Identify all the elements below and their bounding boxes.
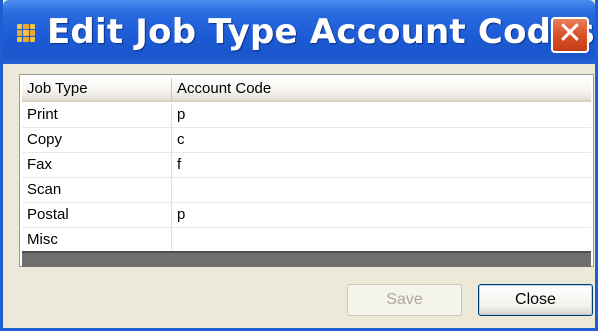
account-code-cell[interactable]: c (172, 128, 591, 152)
account-code-cell[interactable]: p (172, 203, 591, 227)
close-button[interactable]: Close (478, 284, 593, 316)
grid-rows: Print p Copy c Fax f Scan Postal p Misc (22, 103, 591, 253)
job-type-cell: Print (22, 103, 172, 127)
window-title: Edit Job Type Account Codes (47, 12, 595, 52)
grid-app-icon (17, 24, 35, 42)
table-row[interactable]: Scan (22, 178, 591, 203)
table-row[interactable]: Postal p (22, 203, 591, 228)
grid-footer (22, 251, 591, 267)
close-icon[interactable]: ✕ (551, 17, 589, 53)
table-row[interactable]: Misc (22, 228, 591, 253)
account-codes-grid: Job Type Account Code Print p Copy c Fax… (19, 74, 594, 267)
job-type-cell: Misc (22, 228, 172, 252)
account-code-cell[interactable]: p (172, 103, 591, 127)
table-row[interactable]: Copy c (22, 128, 591, 153)
save-button[interactable]: Save (347, 284, 462, 316)
account-code-cell[interactable] (172, 178, 591, 202)
table-row[interactable]: Print p (22, 103, 591, 128)
account-code-cell[interactable]: f (172, 153, 591, 177)
account-code-cell[interactable] (172, 228, 591, 252)
column-header-job-type[interactable]: Job Type (22, 78, 172, 100)
dialog-window: Edit Job Type Account Codes ✕ Job Type A… (0, 0, 598, 331)
job-type-cell: Fax (22, 153, 172, 177)
job-type-cell: Copy (22, 128, 172, 152)
job-type-cell: Postal (22, 203, 172, 227)
title-bar[interactable]: Edit Job Type Account Codes ✕ (3, 0, 595, 64)
column-header-account-code[interactable]: Account Code (172, 78, 591, 100)
grid-header: Job Type Account Code (22, 78, 591, 102)
job-type-cell: Scan (22, 178, 172, 202)
table-row[interactable]: Fax f (22, 153, 591, 178)
